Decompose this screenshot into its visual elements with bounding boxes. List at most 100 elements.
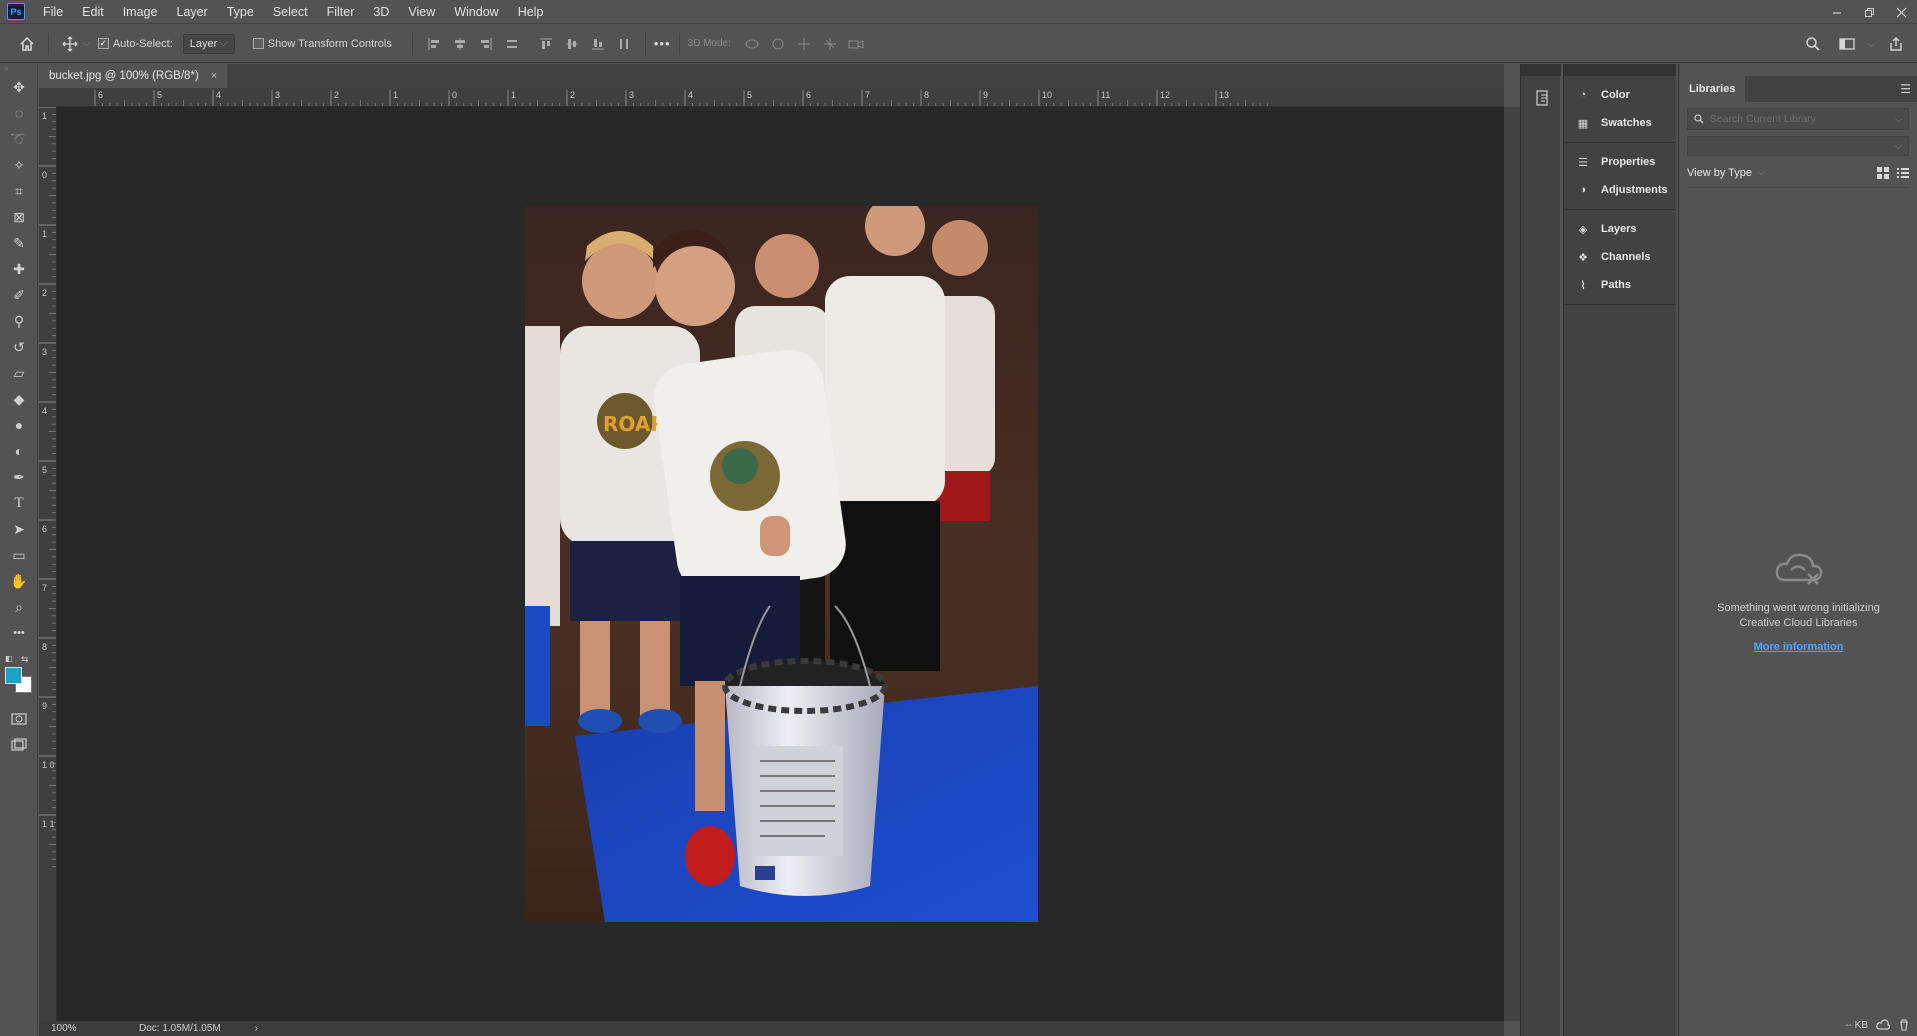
marquee-tool-icon[interactable]: ◌ — [0, 100, 38, 126]
toolbar-collapse-icon[interactable]: » — [0, 64, 37, 74]
menu-select[interactable]: Select — [263, 0, 317, 24]
edit-toolbar-icon[interactable]: ••• — [0, 620, 38, 646]
chevron-down-icon[interactable]: ⌵ — [83, 38, 90, 49]
menu-view[interactable]: View — [398, 0, 444, 24]
menu-filter[interactable]: Filter — [317, 0, 364, 24]
list-view-icon[interactable] — [1897, 167, 1909, 179]
pen-tool-icon[interactable]: ✒ — [0, 464, 38, 490]
chevron-down-icon[interactable]: ⌵ — [1895, 114, 1902, 125]
paths-panel-icon: ⌇ — [1580, 279, 1586, 292]
panel-tab-properties[interactable]: ☰ Properties — [1564, 148, 1676, 176]
chevron-down-icon[interactable]: ⌵ — [1868, 39, 1875, 50]
minimize-icon[interactable] — [1821, 0, 1853, 24]
panel-group-properties: ☰ Properties ◑ Adjustments — [1564, 143, 1676, 210]
panel-dock-header[interactable] — [1564, 64, 1676, 76]
panel-tab-channels[interactable]: ❖ Channels — [1564, 243, 1676, 271]
align-left-icon[interactable] — [421, 31, 447, 57]
grid-view-icon[interactable] — [1877, 166, 1889, 179]
libraries-tab[interactable]: Libraries — [1679, 76, 1746, 102]
search-icon[interactable] — [1800, 31, 1826, 57]
library-select-dropdown[interactable]: ⌵ — [1687, 136, 1909, 156]
paint-bucket-tool-icon[interactable]: ◆ — [0, 386, 38, 412]
auto-select-checkbox[interactable]: ✓ — [97, 38, 109, 49]
align-top-icon[interactable] — [533, 31, 559, 57]
document-tab[interactable]: bucket.jpg @ 100% (RGB/8*) × — [39, 64, 228, 88]
panel-tab-swatches[interactable]: ▦ Swatches — [1564, 109, 1676, 137]
menu-file[interactable]: File — [33, 0, 72, 24]
move-tool-preset-icon[interactable] — [57, 31, 83, 57]
lasso-tool-icon[interactable]: ➰ — [0, 126, 38, 152]
healing-brush-tool-icon[interactable]: ✚ — [0, 256, 38, 282]
zoom-level[interactable]: 100% — [51, 1023, 121, 1034]
path-selection-tool-icon[interactable]: ➤ — [0, 516, 38, 542]
show-transform-controls-control[interactable]: Show Transform Controls — [252, 38, 392, 50]
menu-edit[interactable]: Edit — [72, 0, 113, 24]
brush-tool-icon[interactable]: ✐ — [0, 282, 38, 308]
history-brush-tool-icon[interactable]: ↺ — [0, 334, 38, 360]
horizontal-ruler[interactable]: 6 5 4 3 2 1 0 1 2 3 4 5 6 7 8 9 10 11 12 13 — [57, 88, 1504, 107]
status-menu-arrow[interactable]: › — [255, 1023, 258, 1034]
auto-select-control[interactable]: ✓ Auto-Select: — [97, 38, 173, 50]
eyedropper-tool-icon[interactable]: ✎ — [0, 230, 38, 256]
panel-tab-color[interactable]: ◔ Color — [1564, 81, 1676, 109]
type-tool-icon[interactable]: T — [0, 490, 38, 516]
quick-mask-icon[interactable] — [0, 706, 38, 732]
vertical-ruler[interactable]: 101234567891 01 1 — [39, 107, 57, 1021]
show-transform-checkbox[interactable] — [252, 38, 264, 49]
restore-icon[interactable] — [1853, 0, 1885, 24]
menu-image[interactable]: Image — [113, 0, 167, 24]
chevron-down-icon[interactable]: ⌵ — [1758, 167, 1765, 178]
distribute-v-icon[interactable] — [611, 31, 637, 57]
menu-3d[interactable]: 3D — [363, 0, 398, 24]
foreground-color-swatch[interactable] — [5, 667, 22, 684]
menu-type[interactable]: Type — [217, 0, 263, 24]
default-colors-icon[interactable]: ◧ — [5, 654, 13, 663]
screen-mode-icon[interactable] — [0, 732, 38, 758]
blur-tool-icon[interactable]: ● — [0, 412, 38, 438]
align-middle-v-icon[interactable] — [559, 31, 585, 57]
swap-colors-icon[interactable]: ⇆ — [21, 654, 29, 665]
frame-tool-icon[interactable]: ⊠ — [0, 204, 38, 230]
magic-wand-tool-icon[interactable]: ✧ — [0, 152, 38, 178]
align-bottom-icon[interactable] — [585, 31, 611, 57]
auto-select-target-dropdown[interactable]: Layer ⌵ — [182, 33, 235, 54]
align-right-icon[interactable] — [473, 31, 499, 57]
crop-tool-icon[interactable]: ⌗ — [0, 178, 38, 204]
history-panel-icon[interactable] — [1533, 88, 1553, 108]
document-image[interactable]: ROAR — [525, 206, 1038, 922]
align-center-h-icon[interactable] — [447, 31, 473, 57]
panel-tab-adjustments[interactable]: ◑ Adjustments — [1564, 176, 1676, 204]
rectangle-tool-icon[interactable]: ▭ — [0, 542, 38, 568]
home-icon[interactable] — [14, 31, 40, 57]
distribute-icon[interactable] — [499, 31, 525, 57]
menu-window[interactable]: Window — [444, 0, 507, 24]
close-window-icon[interactable] — [1885, 0, 1917, 24]
clone-stamp-tool-icon[interactable]: ⚲ — [0, 308, 38, 334]
ruler-origin[interactable] — [39, 88, 57, 107]
more-information-link[interactable]: More information — [1679, 641, 1917, 653]
canvas-area[interactable]: ROAR — [57, 107, 1504, 1021]
vertical-scrollbar[interactable] — [1504, 107, 1520, 1021]
panel-menu-icon[interactable]: ☰ — [1900, 82, 1911, 96]
panel-tab-paths[interactable]: ⌇ Paths — [1564, 271, 1676, 299]
eraser-tool-icon[interactable]: ▱ — [0, 360, 38, 386]
share-icon[interactable] — [1883, 31, 1909, 57]
dodge-tool-icon[interactable]: ◐ — [0, 438, 38, 464]
hand-tool-icon[interactable]: ✋ — [0, 568, 38, 594]
workspace-icon[interactable] — [1834, 31, 1860, 57]
panel-tab-layers[interactable]: ◈ Layers — [1564, 215, 1676, 243]
library-search-input[interactable] — [1709, 113, 1896, 125]
close-icon[interactable]: × — [211, 70, 217, 82]
cloud-sync-icon[interactable] — [1876, 1019, 1890, 1031]
trash-icon[interactable] — [1898, 1019, 1910, 1031]
menu-layer[interactable]: Layer — [166, 0, 216, 24]
menu-help[interactable]: Help — [508, 0, 553, 24]
doc-size: Doc: 1.05M/1.05M — [139, 1023, 221, 1034]
library-search[interactable]: ⌵ — [1687, 108, 1909, 130]
zoom-tool-icon[interactable]: ⌕ — [0, 594, 38, 620]
more-options-icon[interactable]: ••• — [654, 36, 671, 51]
view-by-row: View by Type ⌵ — [1687, 164, 1909, 188]
panel-collapse-bar[interactable] — [1521, 64, 1561, 76]
move-tool-icon[interactable]: ✥ — [0, 74, 38, 100]
view-by-type-dropdown[interactable]: View by Type — [1687, 167, 1752, 179]
